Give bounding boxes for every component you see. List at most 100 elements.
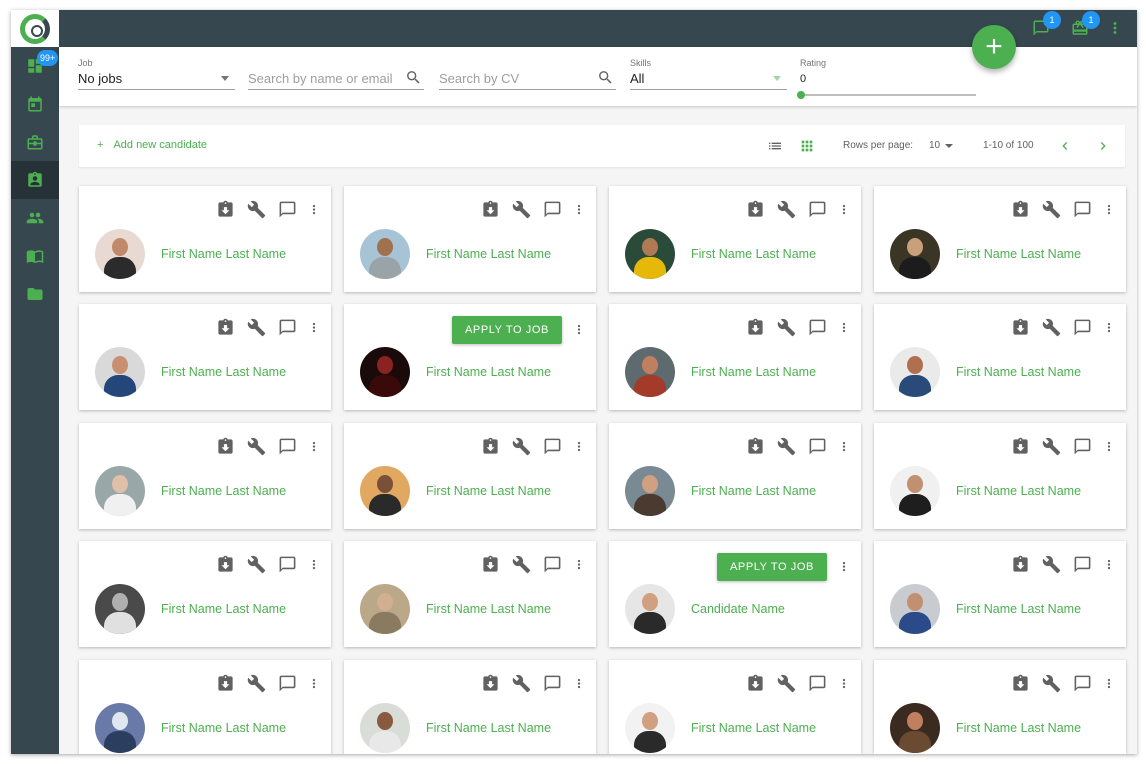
candidate-name[interactable]: Candidate Name xyxy=(691,602,785,616)
download-cv-icon[interactable] xyxy=(216,674,235,693)
candidate-name[interactable]: First Name Last Name xyxy=(426,365,551,379)
candidate-name[interactable]: First Name Last Name xyxy=(161,721,286,735)
candidate-card[interactable]: First Name Last Name xyxy=(79,541,331,647)
candidate-name[interactable]: First Name Last Name xyxy=(691,365,816,379)
job-select[interactable]: Job No jobs xyxy=(78,58,235,90)
avatar[interactable] xyxy=(360,584,410,634)
comment-icon[interactable] xyxy=(543,555,562,574)
chevron-down-icon[interactable] xyxy=(945,144,953,148)
candidate-name[interactable]: First Name Last Name xyxy=(956,602,1081,616)
more-vert-icon[interactable] xyxy=(1102,555,1116,574)
more-vert-icon[interactable] xyxy=(837,674,851,693)
more-vert-icon[interactable] xyxy=(572,200,586,219)
avatar[interactable] xyxy=(625,229,675,279)
avatar[interactable] xyxy=(360,347,410,397)
candidate-card[interactable]: First Name Last Name xyxy=(874,541,1126,647)
rating-slider[interactable]: Rating 0 xyxy=(797,58,977,100)
candidate-name[interactable]: First Name Last Name xyxy=(161,247,286,261)
sidebar-item-jobs[interactable] xyxy=(11,123,59,161)
candidate-card[interactable]: APPLY TO JOB Candidate Name xyxy=(609,541,861,647)
avatar[interactable] xyxy=(95,584,145,634)
wrench-icon[interactable] xyxy=(512,200,531,219)
comment-icon[interactable] xyxy=(808,318,827,337)
search-name-input[interactable] xyxy=(248,67,424,89)
app-logo[interactable] xyxy=(11,10,59,47)
comment-icon[interactable] xyxy=(1073,555,1092,574)
more-vert-icon[interactable] xyxy=(307,200,321,219)
candidate-card[interactable]: First Name Last Name xyxy=(874,304,1126,410)
candidate-name[interactable]: First Name Last Name xyxy=(161,365,286,379)
wrench-icon[interactable] xyxy=(1042,555,1061,574)
slider-track[interactable] xyxy=(797,91,976,99)
comment-icon[interactable] xyxy=(278,437,297,456)
candidate-card[interactable]: First Name Last Name xyxy=(609,660,861,754)
comment-icon[interactable] xyxy=(543,674,562,693)
more-vert-icon[interactable] xyxy=(837,557,851,576)
search-icon[interactable] xyxy=(597,69,614,86)
previous-page-button[interactable] xyxy=(1057,138,1073,154)
wrench-icon[interactable] xyxy=(1042,674,1061,693)
more-vert-icon[interactable] xyxy=(572,437,586,456)
download-cv-icon[interactable] xyxy=(481,555,500,574)
wrench-icon[interactable] xyxy=(512,674,531,693)
search-name-field[interactable] xyxy=(248,67,424,95)
download-cv-icon[interactable] xyxy=(481,200,500,219)
avatar[interactable] xyxy=(625,584,675,634)
wrench-icon[interactable] xyxy=(247,674,266,693)
candidate-card[interactable]: First Name Last Name xyxy=(609,186,861,292)
search-icon[interactable] xyxy=(405,69,422,86)
candidate-card[interactable]: First Name Last Name xyxy=(344,660,596,754)
more-vert-icon[interactable] xyxy=(837,437,851,456)
add-new-candidate-button[interactable]: + Add new candidate xyxy=(97,139,217,151)
candidate-name[interactable]: First Name Last Name xyxy=(426,484,551,498)
avatar[interactable] xyxy=(95,703,145,753)
comment-icon[interactable] xyxy=(278,318,297,337)
sidebar-item-calendar[interactable] xyxy=(11,85,59,123)
candidate-card[interactable]: First Name Last Name xyxy=(79,186,331,292)
download-cv-icon[interactable] xyxy=(216,318,235,337)
comment-icon[interactable] xyxy=(278,200,297,219)
candidate-card[interactable]: First Name Last Name xyxy=(344,186,596,292)
comment-icon[interactable] xyxy=(808,674,827,693)
more-vert-icon[interactable] xyxy=(307,437,321,456)
candidate-name[interactable]: First Name Last Name xyxy=(161,602,286,616)
wrench-icon[interactable] xyxy=(512,437,531,456)
sidebar-item-users[interactable] xyxy=(11,199,59,237)
candidate-name[interactable]: First Name Last Name xyxy=(691,484,816,498)
wrench-icon[interactable] xyxy=(247,555,266,574)
candidate-name[interactable]: First Name Last Name xyxy=(691,247,816,261)
download-cv-icon[interactable] xyxy=(746,318,765,337)
candidate-card[interactable]: First Name Last Name xyxy=(344,423,596,529)
comment-icon[interactable] xyxy=(808,200,827,219)
candidate-name[interactable]: First Name Last Name xyxy=(161,484,286,498)
candidate-name[interactable]: First Name Last Name xyxy=(956,365,1081,379)
grid-view-button[interactable] xyxy=(799,138,815,154)
more-vert-icon[interactable] xyxy=(837,318,851,337)
slider-thumb[interactable] xyxy=(797,91,805,99)
download-cv-icon[interactable] xyxy=(216,437,235,456)
wrench-icon[interactable] xyxy=(1042,318,1061,337)
sidebar-item-library[interactable] xyxy=(11,237,59,275)
candidate-card[interactable]: First Name Last Name xyxy=(79,304,331,410)
candidate-card[interactable]: First Name Last Name xyxy=(609,304,861,410)
avatar[interactable] xyxy=(95,347,145,397)
avatar[interactable] xyxy=(890,466,940,516)
avatar[interactable] xyxy=(625,347,675,397)
avatar[interactable] xyxy=(360,466,410,516)
more-vert-icon[interactable] xyxy=(572,674,586,693)
download-cv-icon[interactable] xyxy=(1011,674,1030,693)
add-fab-button[interactable]: + xyxy=(972,25,1016,69)
comment-icon[interactable] xyxy=(278,674,297,693)
wrench-icon[interactable] xyxy=(247,318,266,337)
more-vert-icon[interactable] xyxy=(1102,437,1116,456)
avatar[interactable] xyxy=(625,703,675,753)
candidate-card[interactable]: First Name Last Name xyxy=(874,186,1126,292)
comment-icon[interactable] xyxy=(543,437,562,456)
list-view-button[interactable] xyxy=(767,138,783,154)
wrench-icon[interactable] xyxy=(777,200,796,219)
avatar[interactable] xyxy=(625,466,675,516)
rows-per-page-select[interactable]: 10 xyxy=(929,140,940,151)
candidate-name[interactable]: First Name Last Name xyxy=(426,247,551,261)
avatar[interactable] xyxy=(360,703,410,753)
candidate-name[interactable]: First Name Last Name xyxy=(956,484,1081,498)
